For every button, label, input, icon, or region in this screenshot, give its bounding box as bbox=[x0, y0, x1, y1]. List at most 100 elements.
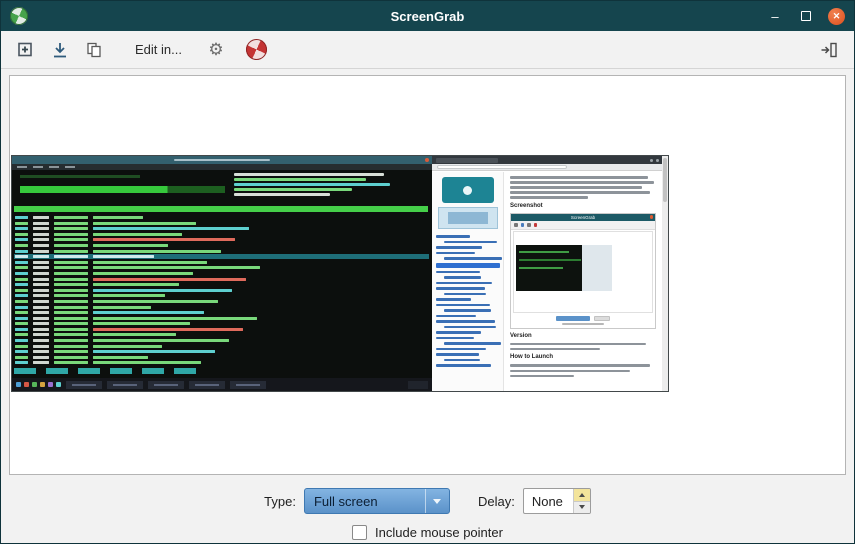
terminal-row bbox=[15, 283, 428, 286]
settings-button[interactable]: ⚙ bbox=[196, 35, 226, 65]
include-pointer-row: Include mouse pointer bbox=[1, 525, 854, 540]
toc-line bbox=[436, 353, 479, 356]
taskbar-icon bbox=[40, 382, 45, 387]
nested-close-icon bbox=[650, 215, 654, 219]
term-footer bbox=[14, 368, 428, 374]
nested-checkbox-line bbox=[562, 323, 604, 325]
text-line bbox=[510, 343, 646, 346]
toc-line bbox=[436, 320, 495, 323]
nested-toolbar bbox=[511, 221, 655, 230]
terminal-row bbox=[15, 294, 428, 297]
text-line bbox=[510, 364, 650, 367]
toc-line bbox=[444, 257, 502, 260]
toc-line bbox=[436, 298, 471, 301]
spin-up-button[interactable] bbox=[574, 489, 590, 501]
maximize-button[interactable] bbox=[797, 7, 815, 25]
terminal-row bbox=[15, 322, 428, 325]
new-screenshot-button[interactable] bbox=[11, 35, 41, 65]
chevron-down-icon bbox=[425, 489, 449, 513]
new-screenshot-icon bbox=[16, 40, 36, 60]
terminal-row bbox=[15, 244, 428, 247]
thumb-heading-screenshot: Screenshot bbox=[510, 203, 660, 210]
taskbar-clock bbox=[408, 381, 428, 389]
taskbar-item bbox=[107, 381, 143, 389]
nested-controls bbox=[511, 314, 655, 327]
text-line bbox=[510, 348, 600, 351]
toc-line bbox=[436, 282, 492, 285]
terminal-row bbox=[15, 250, 428, 253]
taskbar-item bbox=[66, 381, 102, 389]
copy-button[interactable] bbox=[79, 35, 109, 65]
preview-scroll-area[interactable]: Screenshot ScreenGrab bbox=[9, 75, 846, 475]
taskbar-icon bbox=[56, 382, 61, 387]
type-select[interactable]: Full screen bbox=[304, 488, 450, 514]
arrow-down-icon bbox=[579, 505, 585, 509]
terminal-row bbox=[15, 317, 428, 320]
thumb-sidebar-image bbox=[438, 207, 498, 229]
toc-line bbox=[444, 293, 486, 296]
thumb-taskbar bbox=[12, 378, 432, 391]
thumb-manual-logo bbox=[442, 177, 494, 203]
nested-type-combo bbox=[556, 316, 590, 321]
thumb-browser-scrollbar bbox=[662, 156, 668, 391]
terminal-row bbox=[15, 350, 428, 353]
spin-down-button[interactable] bbox=[574, 501, 590, 514]
thumb-manual-content: Screenshot ScreenGrab bbox=[504, 172, 668, 391]
window-title: ScreenGrab bbox=[1, 9, 854, 24]
toc-line bbox=[436, 252, 475, 255]
toc-line bbox=[436, 263, 500, 268]
terminal-row bbox=[15, 311, 428, 314]
text-line bbox=[510, 196, 588, 199]
nested-thumb bbox=[516, 245, 612, 291]
screengrab-red-logo-icon bbox=[246, 39, 267, 60]
terminal-row bbox=[15, 238, 428, 241]
taskbar-icon bbox=[48, 382, 53, 387]
settings-gear-icon: ⚙ bbox=[208, 40, 223, 60]
text-line bbox=[510, 191, 650, 194]
thumb-manual-sidebar bbox=[432, 172, 504, 391]
screenshot-thumbnail: Screenshot ScreenGrab bbox=[12, 156, 668, 391]
toc-line bbox=[444, 326, 496, 329]
sidebar-toc bbox=[436, 235, 499, 367]
text-line bbox=[510, 375, 574, 378]
delay-spinbox[interactable]: None bbox=[523, 488, 591, 514]
toc-line bbox=[444, 276, 481, 279]
ff-para2 bbox=[510, 343, 660, 351]
thumb-terminal-close-icon bbox=[425, 158, 429, 162]
thumb-terminal-body bbox=[12, 170, 432, 378]
toc-line bbox=[436, 304, 490, 307]
capture-controls-row: Type: Full screen Delay: None bbox=[1, 488, 854, 514]
terminal-row bbox=[15, 266, 428, 269]
terminal-row bbox=[15, 339, 428, 342]
thumb-terminal-title-text bbox=[174, 159, 270, 162]
taskbar-icon bbox=[32, 382, 37, 387]
toc-line bbox=[436, 337, 474, 340]
type-label: Type: bbox=[264, 494, 296, 509]
nested-titlebar: ScreenGrab bbox=[511, 214, 655, 221]
edit-in-button[interactable]: Edit in... bbox=[125, 35, 192, 65]
terminal-row bbox=[15, 333, 428, 336]
arrow-up-icon bbox=[579, 493, 585, 497]
save-button[interactable] bbox=[45, 35, 75, 65]
thumb-terminal-titlebar bbox=[12, 156, 432, 164]
terminal-row bbox=[15, 345, 428, 348]
terminal-row bbox=[15, 233, 428, 236]
nested-screengrab-screenshot: ScreenGrab bbox=[510, 213, 656, 329]
minimize-icon: – bbox=[771, 9, 778, 24]
delay-label: Delay: bbox=[478, 494, 515, 509]
include-pointer-checkbox[interactable] bbox=[352, 525, 367, 540]
include-pointer-label[interactable]: Include mouse pointer bbox=[375, 525, 503, 540]
nested-delay-spin bbox=[594, 316, 610, 321]
terminal-row bbox=[15, 261, 428, 264]
window-titlebar: ScreenGrab – ✕ bbox=[1, 1, 854, 31]
terminal-row bbox=[15, 328, 428, 331]
thumb-browser-window: Screenshot ScreenGrab bbox=[432, 156, 668, 391]
toc-line bbox=[444, 359, 480, 362]
copy-icon bbox=[84, 40, 104, 60]
thumb-cpu-meter bbox=[20, 175, 140, 178]
toc-line bbox=[436, 315, 476, 318]
minimize-button[interactable]: – bbox=[766, 7, 784, 25]
close-button[interactable]: ✕ bbox=[828, 8, 845, 25]
toc-line bbox=[436, 271, 480, 274]
side-panel-toggle-button[interactable] bbox=[814, 35, 844, 65]
